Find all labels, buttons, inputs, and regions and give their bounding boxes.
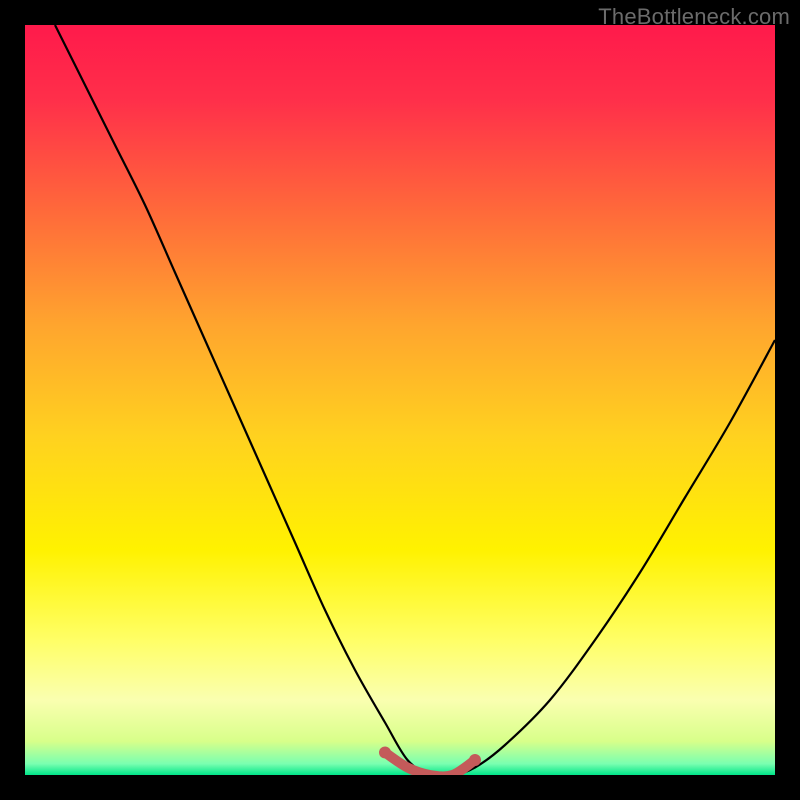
plot-area — [25, 25, 775, 775]
chart-canvas — [25, 25, 775, 775]
chart-container: TheBottleneck.com — [0, 0, 800, 800]
watermark-text: TheBottleneck.com — [598, 4, 790, 30]
highlight-dot-left — [379, 747, 391, 759]
gradient-background — [25, 25, 775, 775]
highlight-dot-right — [469, 754, 481, 766]
